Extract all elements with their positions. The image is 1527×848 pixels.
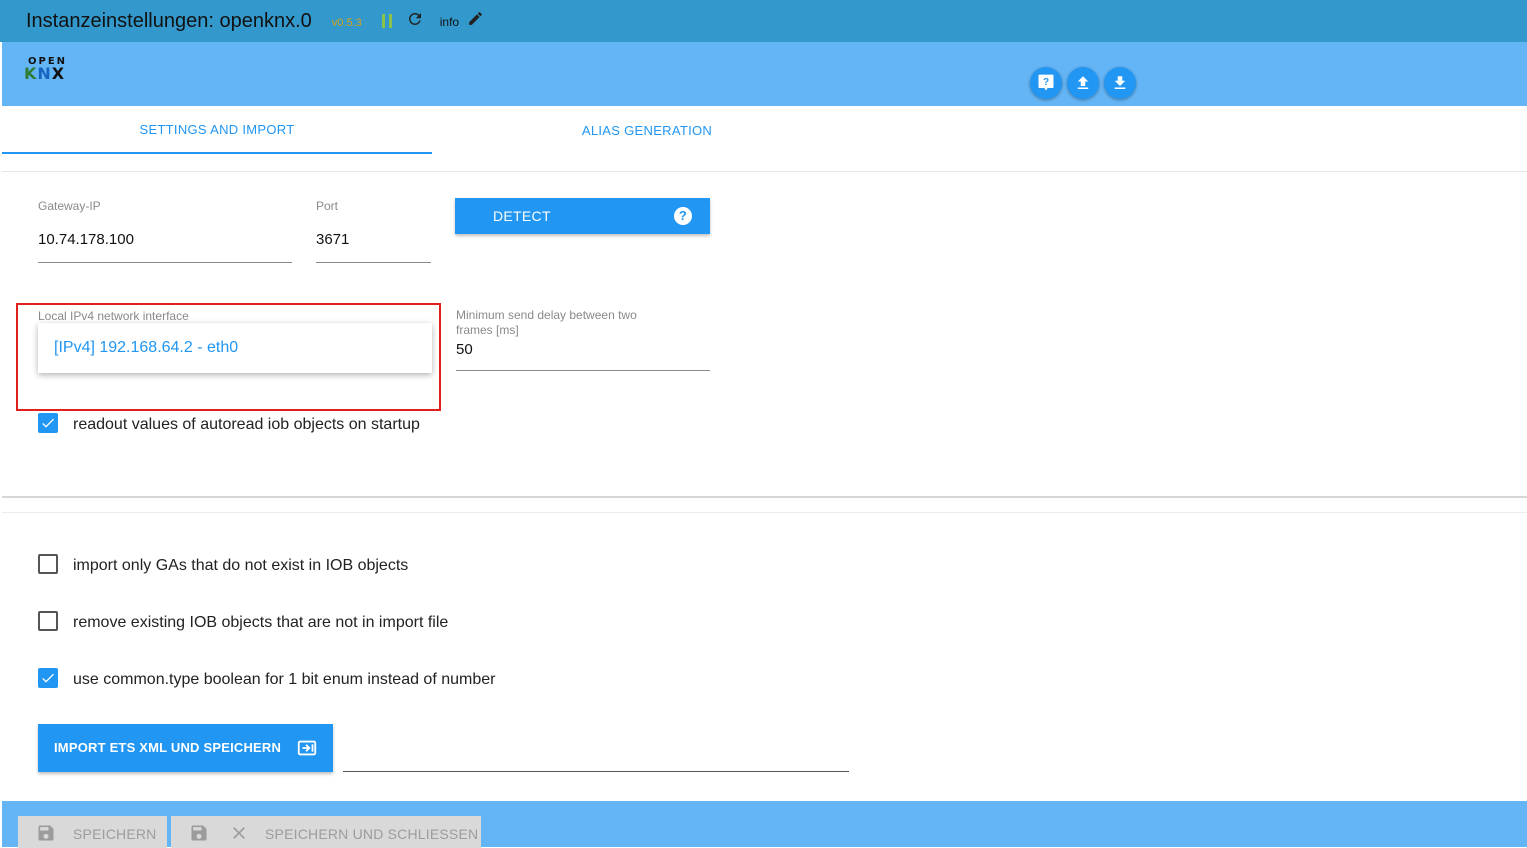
openknx-logo: OPEN KNX [24, 56, 67, 83]
reload-icon[interactable] [406, 10, 424, 33]
save-button[interactable]: SPEICHERN [18, 816, 167, 848]
import-file-field[interactable] [343, 771, 849, 772]
close-icon [229, 823, 249, 846]
check-icon [42, 673, 54, 683]
help-chat-icon: ? [1038, 74, 1054, 91]
port-underline [316, 262, 431, 263]
remove-existing-checkbox[interactable] [38, 611, 58, 631]
import-button-label: IMPORT ETS XML UND SPEICHERN [54, 740, 282, 755]
gateway-ip-underline [38, 262, 292, 263]
import-only-new-label: import only GAs that do not exist in IOB… [73, 557, 409, 574]
upload-button[interactable] [1067, 67, 1099, 99]
port-input[interactable]: 3671 [316, 231, 349, 248]
save-icon [36, 823, 56, 846]
window-title: Instanzeinstellungen: openknx.0 [26, 9, 312, 32]
boolean-enum-checkbox[interactable] [38, 668, 58, 688]
local-interface-select[interactable]: [IPv4] 192.168.64.2 - eth0 [38, 323, 432, 373]
tab-alias-generation[interactable]: ALIAS GENERATION [432, 106, 862, 154]
download-button[interactable] [1104, 67, 1136, 99]
title-bar: Instanzeinstellungen: openknx.0 v0.5.3 i… [0, 0, 1527, 42]
version-label: v0.5.3 [331, 16, 362, 29]
min-delay-input[interactable]: 50 [456, 341, 473, 358]
logo-bottom-text: KNX [24, 64, 67, 83]
help-circle-icon[interactable]: ? [674, 207, 692, 225]
port-label: Port [316, 199, 339, 213]
autoread-label: readout values of autoread iob objects o… [73, 416, 420, 433]
min-delay-label-line2: frames [ms] [456, 323, 519, 337]
svg-text:?: ? [1043, 77, 1049, 88]
import-icon [296, 737, 318, 762]
autoread-checkbox[interactable] [38, 413, 58, 433]
boolean-enum-label: use common.type boolean for 1 bit enum i… [73, 671, 496, 688]
save-icon [189, 823, 209, 846]
check-icon [42, 418, 54, 428]
min-delay-label-line1: Minimum send delay between two [456, 308, 637, 322]
app-bar: OPEN KNX ? [2, 42, 1527, 106]
logo-letter-x: X [51, 64, 66, 83]
detect-button-label: DETECT [493, 208, 551, 224]
gateway-ip-input[interactable]: 10.74.178.100 [38, 231, 134, 248]
save-and-close-label: SPEICHERN UND SCHLIESSEN [265, 826, 479, 842]
min-delay-label: Minimum send delay between two frames [ms… [456, 308, 637, 338]
edit-icon[interactable] [467, 10, 484, 32]
gateway-ip-label: Gateway-IP [38, 199, 101, 213]
download-icon [1114, 76, 1126, 89]
help-button[interactable]: ? [1030, 67, 1062, 99]
logo-letter-k: K [24, 64, 38, 83]
section-divider [2, 496, 1527, 498]
import-only-new-checkbox[interactable] [38, 554, 58, 574]
pause-icon[interactable] [381, 14, 392, 28]
tab-settings-and-import[interactable]: SETTINGS AND IMPORT [2, 106, 432, 154]
footer-bar: SPEICHERN SPEICHERN UND SCHLIESSEN [2, 801, 1527, 848]
logo-letter-n: N [37, 64, 52, 83]
save-button-label: SPEICHERN [73, 826, 157, 842]
min-delay-underline [456, 370, 710, 371]
info-label[interactable]: info [440, 15, 459, 29]
section-divider-light [2, 512, 1527, 513]
save-and-close-button[interactable]: SPEICHERN UND SCHLIESSEN [171, 816, 481, 848]
tab-bar: SETTINGS AND IMPORT ALIAS GENERATION [2, 106, 1527, 172]
detect-button[interactable]: DETECT ? [455, 198, 710, 234]
import-ets-xml-button[interactable]: IMPORT ETS XML UND SPEICHERN [38, 724, 333, 772]
remove-existing-label: remove existing IOB objects that are not… [73, 614, 449, 631]
upload-icon [1077, 76, 1089, 89]
local-interface-label: Local IPv4 network interface [38, 309, 189, 323]
